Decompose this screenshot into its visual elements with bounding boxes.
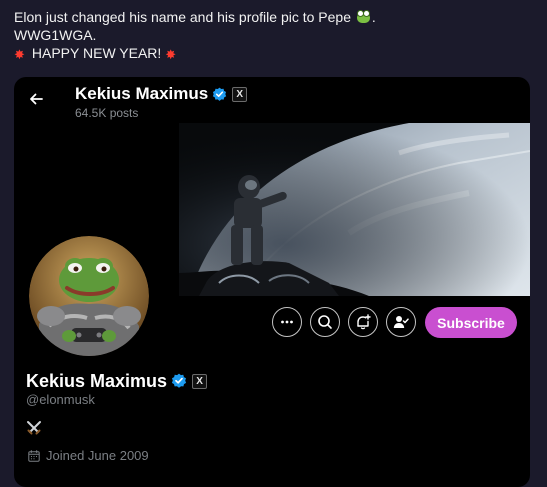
x-affiliate-icon: X — [192, 373, 208, 389]
profile-card: Kekius Maximus X 64.5K posts Subscribe K… — [14, 77, 530, 487]
header-name-text: Kekius Maximus — [75, 84, 209, 103]
calendar-icon — [28, 449, 40, 462]
verified-badge-icon — [171, 373, 187, 388]
notifications-button[interactable] — [348, 307, 378, 337]
join-date: Joined June 2009 — [28, 448, 149, 463]
post-line-1-end: . — [371, 9, 376, 25]
collision-emoji-icon: ✸ — [14, 48, 25, 63]
post-line-1: Elon just changed his name and his profi… — [14, 8, 534, 26]
profile-handle: @elonmusk — [26, 392, 95, 407]
follow-check-icon — [393, 316, 409, 328]
search-icon — [318, 315, 332, 329]
follow-button[interactable] — [386, 307, 416, 337]
post-line-3: ✸ HAPPY NEW YEAR! ✸ — [14, 44, 534, 62]
more-icon — [281, 320, 293, 324]
crossed-swords-icon — [27, 421, 41, 435]
search-profile-button[interactable] — [310, 307, 340, 337]
subscribe-button[interactable]: Subscribe — [425, 307, 517, 338]
x-affiliate-icon: X — [232, 86, 248, 102]
back-arrow-icon[interactable] — [28, 91, 44, 107]
join-date-text: Joined June 2009 — [46, 448, 149, 463]
posts-count: 64.5K posts — [75, 106, 139, 120]
frog-emoji-icon — [356, 10, 370, 23]
collision-emoji-icon: ✸ — [165, 48, 177, 63]
post-line-3-text: HAPPY NEW YEAR! — [31, 45, 162, 61]
more-options-button[interactable] — [272, 307, 302, 337]
post-line-2: WWG1WGA. — [14, 27, 97, 43]
profile-name-text: Kekius Maximus — [26, 370, 168, 391]
avatar[interactable] — [26, 233, 152, 359]
banner-image[interactable] — [179, 123, 530, 296]
header-title: Kekius Maximus X — [75, 83, 248, 105]
profile-name: Kekius Maximus X — [26, 369, 208, 393]
verified-badge-icon — [213, 87, 227, 101]
post-line-1-text: Elon just changed his name and his profi… — [14, 9, 351, 25]
notification-add-icon — [357, 314, 371, 330]
post-text: Elon just changed his name and his profi… — [14, 8, 534, 62]
